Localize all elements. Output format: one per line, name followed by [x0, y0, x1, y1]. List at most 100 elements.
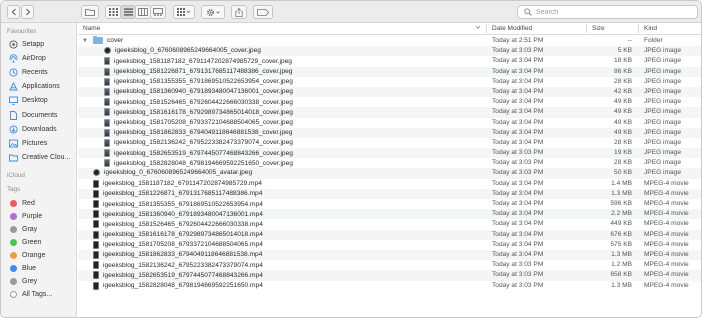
kind-cell: MPEG-4 movie: [644, 189, 689, 197]
file-name: igeeksblog_1581705208_679337210468850406…: [114, 119, 293, 126]
column-divider[interactable]: [638, 25, 639, 33]
sidebar-item-applications[interactable]: Applications: [9, 81, 60, 93]
search-icon: [524, 8, 532, 16]
tag-item-grey[interactable]: Grey: [9, 275, 37, 287]
sidebar-item-label: Applications: [22, 83, 60, 91]
tag-item-gray[interactable]: Gray: [9, 223, 37, 235]
column-divider[interactable]: [586, 25, 587, 33]
tag-item-purple[interactable]: Purple: [9, 210, 42, 222]
file-row[interactable]: igeeksblog_1581355355_679186951052265395…: [78, 199, 701, 209]
kind-column-header[interactable]: Kind: [644, 25, 657, 32]
kind-cell: Folder: [644, 37, 663, 44]
size-cell: 1.4 MB: [611, 179, 632, 187]
video-thumbnail-icon: [93, 230, 99, 239]
column-divider[interactable]: [486, 25, 487, 33]
file-row[interactable]: igeeksblog_1581187182_679114720287498572…: [78, 179, 701, 189]
file-name: igeeksblog_1581360940_679189348004713600…: [114, 88, 293, 96]
sidebar: Favourites Setapp AirDrop Recents Applicati…: [1, 23, 77, 317]
sidebar-item-recents[interactable]: Recents: [9, 66, 48, 78]
tag-label: Red: [22, 199, 35, 207]
file-row[interactable]: igeeksblog_1581705208_679337210468850406…: [78, 240, 701, 250]
file-name: igeeksblog_1582653519_679744507746884326…: [103, 271, 263, 279]
kind-cell: MPEG-4 movie: [644, 179, 689, 187]
file-name-cell: igeeksblog_1581705208_679337210468850406…: [93, 240, 263, 249]
group-by-button[interactable]: [173, 5, 195, 19]
file-name-cell: igeeksblog_1582136242_679522338247337907…: [93, 261, 263, 270]
size-cell: 575 KB: [610, 240, 632, 248]
video-thumbnail-icon: [93, 210, 99, 219]
action-menu-button[interactable]: [201, 5, 225, 19]
file-row[interactable]: igeeksblog_1582136242_679522338247337907…: [78, 260, 701, 270]
file-row[interactable]: igeeksblog_1582136242_679522338247337907…: [78, 138, 701, 148]
file-row[interactable]: igeeksblog_1581616178_679298973486501401…: [78, 107, 701, 118]
date-column-header[interactable]: Date Modified: [492, 25, 532, 32]
gallery-view-button[interactable]: [150, 5, 166, 19]
sidebar-item-setapp[interactable]: Setapp: [9, 38, 44, 50]
file-row[interactable]: igeeksblog_1581226871_679131768511748838…: [78, 188, 701, 199]
search-field[interactable]: [517, 5, 698, 19]
file-row[interactable]: igeeksblog_1581862833_679404911864688153…: [78, 249, 701, 261]
sidebar-item-downloads[interactable]: Downloads: [9, 123, 57, 135]
file-row[interactable]: igeeksblog_1581616178_679298973486501401…: [78, 229, 701, 240]
sidebar-item-creative-clou[interactable]: Creative Clou...: [9, 152, 70, 164]
size-cell: 1.2 MB: [611, 261, 632, 269]
grid-icon: [108, 8, 118, 16]
file-row[interactable]: igeeksblog_1581526465_679260442266603033…: [78, 97, 701, 107]
date-modified-cell: Today at 3:04 PM: [492, 118, 544, 126]
forward-button[interactable]: [21, 5, 34, 19]
folder-row[interactable]: ▼ cover Today at 2:51 PM -- Folder: [78, 35, 701, 46]
file-name-cell: igeeksblog_1582828048_679819466959225165…: [93, 281, 263, 290]
file-row[interactable]: igeeksblog_1582828048_679819466959225165…: [78, 158, 701, 168]
date-modified-cell: Today at 3:04 PM: [492, 138, 544, 146]
image-thumbnail-icon: [104, 159, 110, 168]
file-row[interactable]: igeeksblog_0_6760608965249664005_cover.j…: [78, 46, 701, 57]
disclosure-triangle-icon[interactable]: ▼: [82, 38, 90, 44]
kind-cell: JPEG image: [644, 98, 682, 106]
file-name: cover: [107, 37, 124, 44]
sidebar-item-airdrop[interactable]: AirDrop: [9, 52, 46, 64]
new-folder-button[interactable]: [81, 5, 99, 19]
file-row[interactable]: igeeksblog_1582828048_679819466959225165…: [78, 281, 701, 291]
file-name-cell: igeeksblog_1581226871_679131768511748838…: [93, 189, 262, 198]
tag-item-all-tags[interactable]: All Tags...: [9, 288, 52, 300]
sidebar-item-desktop[interactable]: Desktop: [9, 95, 48, 107]
file-row[interactable]: igeeksblog_1582653519_679744507746884326…: [78, 270, 701, 281]
kind-cell: MPEG-4 movie: [644, 261, 689, 269]
sidebar-item-pictures[interactable]: Pictures: [9, 137, 47, 149]
image-thumbnail-icon: [104, 118, 110, 127]
file-row[interactable]: igeeksblog_1581360940_679189348004713600…: [78, 209, 701, 220]
sidebar-item-label: Desktop: [22, 97, 48, 105]
tag-item-red[interactable]: Red: [9, 197, 35, 209]
applications-icon: [9, 82, 18, 91]
file-row[interactable]: igeeksblog_1581526465_679260442266603033…: [78, 219, 701, 229]
back-button[interactable]: [7, 5, 20, 19]
kind-cell: MPEG-4 movie: [644, 281, 689, 289]
file-row[interactable]: igeeksblog_1581705208_679337210468850406…: [78, 118, 701, 128]
tag-item-green[interactable]: Green: [9, 236, 41, 248]
file-row[interactable]: igeeksblog_1581360940_679189348004713600…: [78, 86, 701, 98]
list-view-button[interactable]: [120, 5, 136, 19]
icon-view-button[interactable]: [105, 5, 121, 19]
size-cell: 28 KB: [614, 159, 632, 167]
search-input[interactable]: [536, 8, 686, 16]
column-view-button[interactable]: [135, 5, 151, 19]
tag-item-orange[interactable]: Orange: [9, 249, 45, 261]
sidebar-item-documents[interactable]: Documents: [9, 109, 57, 121]
share-button[interactable]: [231, 5, 247, 19]
file-row[interactable]: igeeksblog_1581355355_679186951052265395…: [78, 77, 701, 87]
file-row[interactable]: igeeksblog_1582653519_679744507746884326…: [78, 148, 701, 159]
tag-color-dot: [10, 225, 17, 233]
tag-button[interactable]: [253, 5, 273, 19]
file-name-cell: igeeksblog_1581187182_679114720287498572…: [104, 57, 292, 66]
file-name-cell: igeeksblog_1581862833_679404911864688153…: [104, 128, 292, 137]
file-name-cell: igeeksblog_1582653519_679744507746884326…: [104, 149, 293, 158]
file-row[interactable]: igeeksblog_0_6760608965249664005_avatar.…: [78, 168, 701, 179]
file-row[interactable]: igeeksblog_1581187182_679114720287498572…: [78, 56, 701, 66]
size-column-header[interactable]: Size: [592, 25, 605, 32]
tag-item-blue[interactable]: Blue: [9, 262, 36, 274]
file-name: igeeksblog_1581862833_679404911864688153…: [103, 251, 263, 259]
file-row[interactable]: igeeksblog_1581862833_679404911864688153…: [78, 127, 701, 138]
file-row[interactable]: igeeksblog_1581226871_679131768511748838…: [78, 66, 701, 77]
date-modified-cell: Today at 3:03 PM: [492, 149, 544, 157]
name-column-header[interactable]: Name: [83, 25, 100, 32]
